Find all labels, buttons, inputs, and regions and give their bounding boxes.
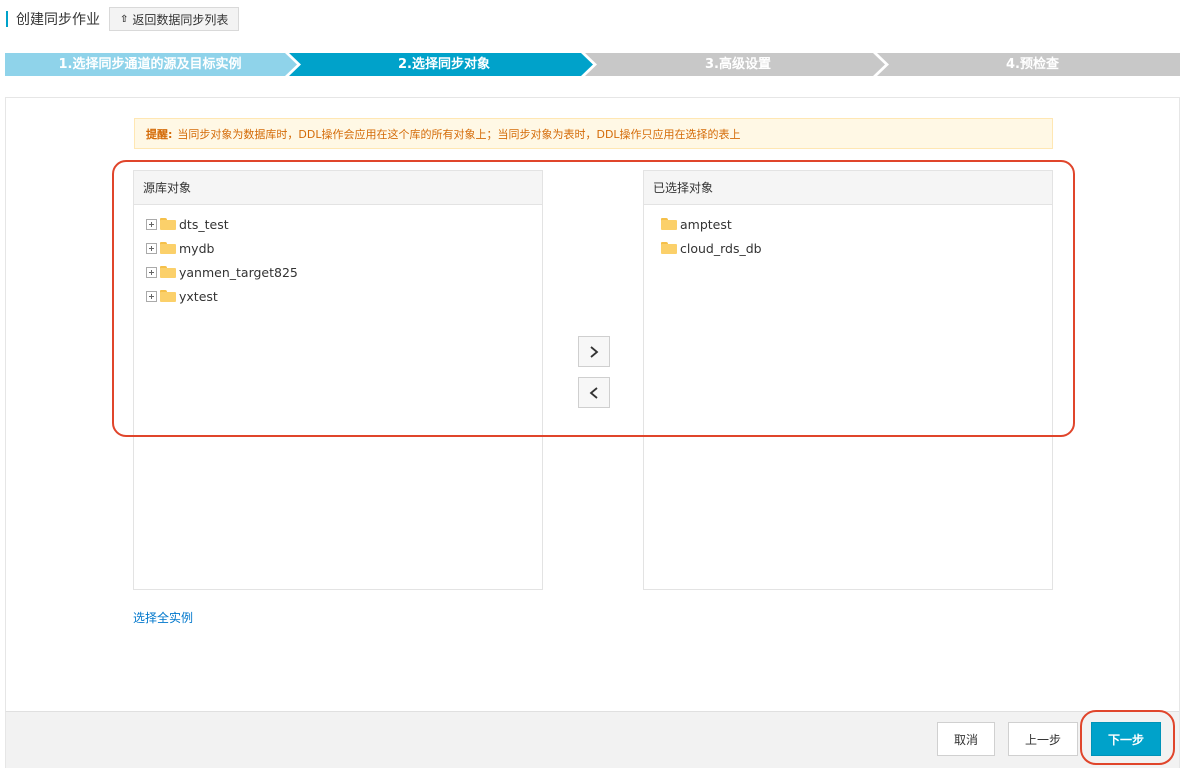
arrow-up-icon: ⇧	[120, 13, 129, 25]
step-progress-bar: 1.选择同步通道的源及目标实例 2.选择同步对象 3.高级设置 4.预检查	[5, 53, 1180, 76]
annotation-highlight-object-selection	[112, 160, 1075, 437]
page-title: 创建同步作业	[16, 12, 100, 28]
notice-prefix: 提醒:	[146, 127, 173, 141]
footer-bar	[5, 711, 1180, 768]
step-4-label: 4.预检查	[1006, 57, 1059, 72]
annotation-highlight-next-button	[1080, 710, 1175, 765]
previous-step-button[interactable]: 上一步	[1008, 722, 1078, 756]
notice-text: 当同步对象为数据库时，DDL操作会应用在这个库的所有对象上；当同步对象为表时，D…	[177, 127, 741, 141]
step-2-label: 2.选择同步对象	[398, 57, 490, 72]
back-to-list-label: 返回数据同步列表	[132, 12, 229, 27]
step-3-label: 3.高级设置	[705, 57, 771, 72]
cancel-button[interactable]: 取消	[937, 722, 995, 756]
page-header: 创建同步作业 ⇧ 返回数据同步列表	[6, 6, 240, 32]
select-all-instance-link[interactable]: 选择全实例	[133, 609, 193, 626]
back-to-list-button[interactable]: ⇧ 返回数据同步列表	[109, 7, 240, 31]
title-accent-bar	[6, 11, 8, 27]
ddl-notice: 提醒: 当同步对象为数据库时，DDL操作会应用在这个库的所有对象上；当同步对象为…	[134, 118, 1053, 149]
step-1-label: 1.选择同步通道的源及目标实例	[58, 57, 242, 72]
